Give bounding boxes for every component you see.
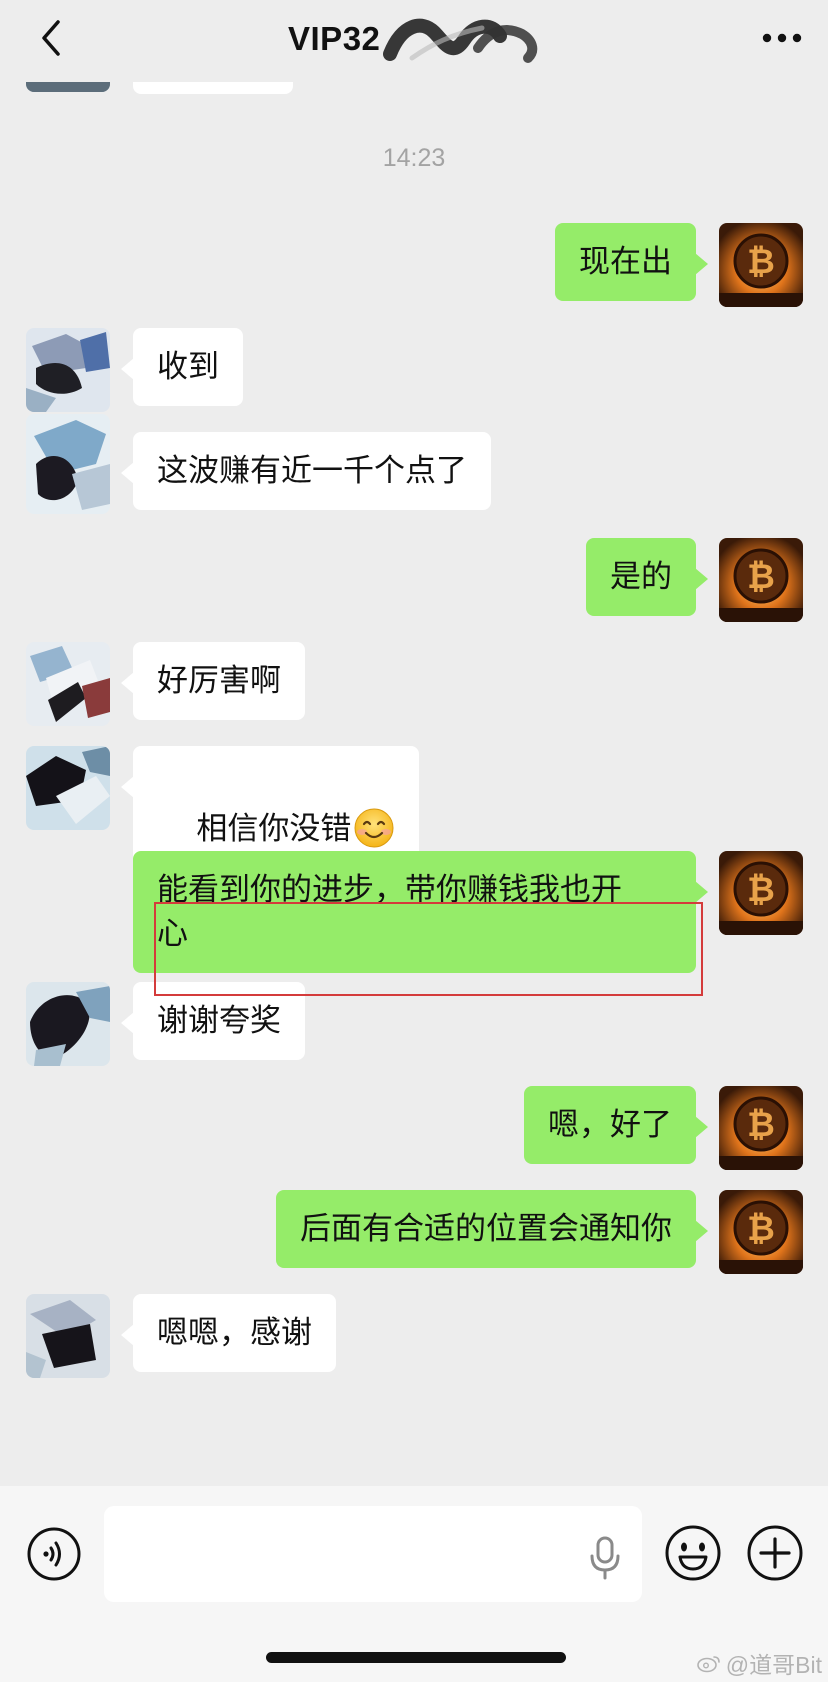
chat-title: VIP32	[288, 20, 381, 57]
avatar-partial	[26, 82, 110, 92]
message-bubble-incoming[interactable]: 好厉害啊	[121, 642, 305, 720]
emoji-button[interactable]	[664, 1524, 722, 1582]
svg-text:₿: ₿	[747, 558, 775, 596]
watermark-text: @道哥Bit	[725, 1652, 822, 1678]
message-bubble-incoming[interactable]: 嗯嗯，感谢	[121, 1294, 336, 1372]
title-redaction-scribble	[383, 18, 538, 63]
back-button[interactable]	[30, 16, 74, 60]
contact-avatar[interactable]	[26, 982, 110, 1066]
message-bubble-incoming[interactable]: 谢谢夸奖	[121, 982, 305, 1060]
chat-header: VIP32	[0, 0, 828, 82]
my-avatar[interactable]: ₿	[719, 1190, 803, 1274]
plus-icon	[747, 1525, 803, 1581]
home-indicator[interactable]	[266, 1652, 566, 1663]
message-bubble-outgoing[interactable]: 嗯，好了	[524, 1086, 708, 1164]
mic-icon	[590, 1536, 620, 1580]
contact-avatar[interactable]	[26, 328, 110, 412]
message-text: 相信你没错	[196, 811, 352, 847]
chat-title-wrap: VIP32	[288, 14, 542, 64]
voice-toggle-button[interactable]	[26, 1526, 82, 1582]
chevron-left-icon	[42, 20, 60, 56]
message-bubble-outgoing[interactable]: 后面有合适的位置会通知你	[276, 1190, 708, 1268]
more-options-button[interactable]	[758, 20, 806, 56]
my-avatar[interactable]: ₿	[719, 1086, 803, 1170]
message-bubble-outgoing[interactable]: 能看到你的进步，带你赚钱我也开 心	[133, 851, 708, 973]
weibo-logo-icon	[696, 1656, 720, 1673]
my-avatar[interactable]: ₿	[719, 851, 803, 935]
message-bubble-outgoing[interactable]: 现在出	[555, 223, 708, 301]
mic-button[interactable]	[588, 1536, 622, 1580]
partial-message-bubble	[133, 82, 293, 94]
timestamp: 14:23	[382, 144, 446, 172]
smiling-face-emoji	[354, 808, 394, 847]
contact-avatar[interactable]	[26, 414, 110, 514]
contact-avatar[interactable]	[26, 642, 110, 726]
contact-avatar[interactable]	[26, 746, 110, 830]
svg-text:₿: ₿	[747, 1106, 775, 1144]
contact-avatar[interactable]	[26, 1294, 110, 1378]
watermark: @道哥Bit	[696, 1646, 822, 1680]
svg-text:₿: ₿	[747, 243, 775, 281]
message-list[interactable]: 14:23 ₿ 现在出 收到 这波赚有近一千个点了 ₿ 是的 好厉害啊 相信你没…	[0, 82, 828, 1486]
svg-text:₿: ₿	[747, 871, 775, 909]
add-attachment-button[interactable]	[746, 1524, 804, 1582]
my-avatar[interactable]: ₿	[719, 538, 803, 622]
message-bubble-incoming[interactable]: 收到	[121, 328, 243, 406]
more-dots-icon	[762, 33, 802, 43]
my-avatar[interactable]: ₿	[719, 223, 803, 307]
message-input[interactable]	[104, 1506, 642, 1602]
svg-text:₿: ₿	[747, 1210, 775, 1248]
message-bubble-outgoing[interactable]: 是的	[586, 538, 708, 616]
message-bubble-incoming[interactable]: 这波赚有近一千个点了	[121, 432, 491, 510]
voice-icon	[27, 1527, 81, 1581]
emoji-icon	[665, 1525, 721, 1581]
